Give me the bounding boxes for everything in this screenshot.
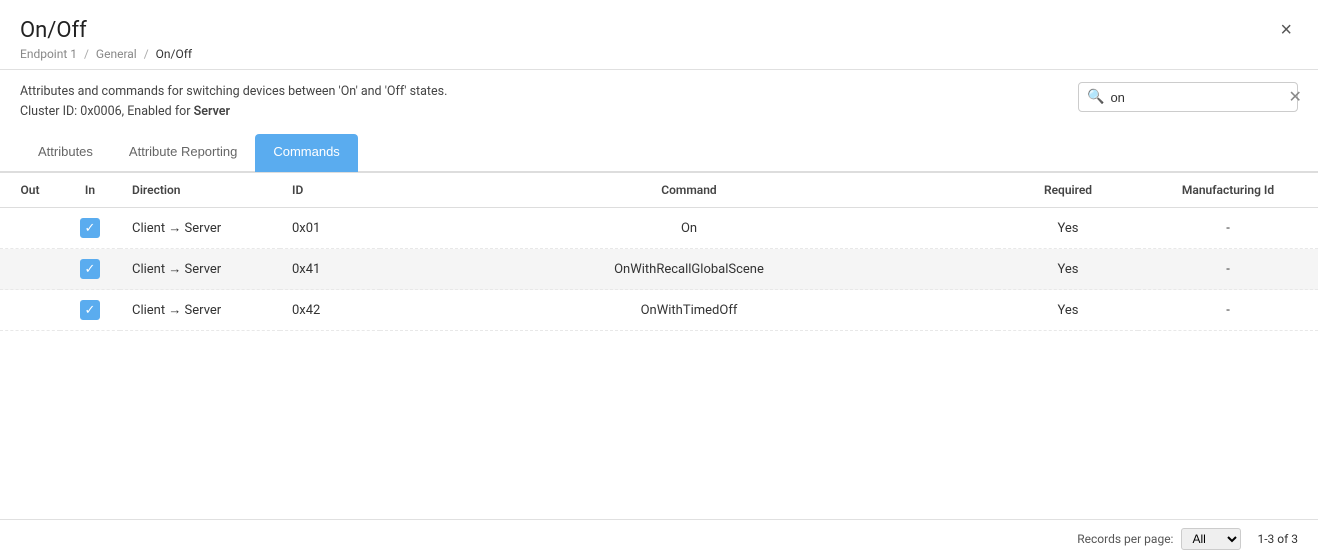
cell-mfg-2: -: [1138, 290, 1318, 331]
tab-attribute-reporting[interactable]: Attribute Reporting: [111, 134, 255, 172]
records-per-page-label: Records per page:: [1077, 532, 1173, 546]
col-header-out: Out: [0, 173, 60, 208]
col-header-id: ID: [280, 173, 380, 208]
breadcrumb-item-2[interactable]: General: [96, 47, 137, 61]
cell-in-2[interactable]: ✓: [60, 290, 120, 331]
cell-out-1: [0, 249, 60, 290]
modal-header: On/Off Endpoint 1 / General / On/Off ×: [0, 0, 1318, 70]
checkbox-in-2[interactable]: ✓: [80, 300, 100, 320]
cell-command-1: OnWithRecallGlobalScene: [380, 249, 998, 290]
table-footer: Records per page: All 1-3 of 3: [0, 519, 1318, 558]
description-line1: Attributes and commands for switching de…: [20, 82, 447, 102]
description-text: Attributes and commands for switching de…: [20, 82, 447, 122]
breadcrumb-item-3: On/Off: [156, 47, 192, 61]
tabs-bar: Attributes Attribute Reporting Commands: [0, 134, 1318, 172]
breadcrumb-item-1[interactable]: Endpoint 1: [20, 47, 77, 61]
search-icon: 🔍: [1087, 89, 1104, 105]
clear-search-button[interactable]: ✕: [1286, 87, 1303, 107]
checkbox-in-0[interactable]: ✓: [80, 218, 100, 238]
cell-in-0[interactable]: ✓: [60, 208, 120, 249]
pagination-range: 1-3 of 3: [1257, 532, 1298, 546]
checkbox-in-1[interactable]: ✓: [80, 259, 100, 279]
breadcrumb: Endpoint 1 / General / On/Off: [20, 47, 192, 61]
col-header-mfg: Manufacturing Id: [1138, 173, 1318, 208]
description-line2-bold: Server: [194, 104, 230, 119]
tab-attributes[interactable]: Attributes: [20, 134, 111, 172]
cell-mfg-1: -: [1138, 249, 1318, 290]
modal: On/Off Endpoint 1 / General / On/Off × A…: [0, 0, 1318, 558]
breadcrumb-sep-1: /: [84, 47, 89, 61]
cell-direction-0: Client → Server: [120, 208, 280, 249]
cell-out-2: [0, 290, 60, 331]
cell-command-0: On: [380, 208, 998, 249]
description-line2-prefix: Cluster ID: 0x0006, Enabled for: [20, 104, 194, 119]
header-left: On/Off Endpoint 1 / General / On/Off: [20, 18, 192, 61]
cell-in-1[interactable]: ✓: [60, 249, 120, 290]
cell-required-1: Yes: [998, 249, 1138, 290]
per-page-select[interactable]: All: [1181, 528, 1241, 550]
table-header-row: Out In Direction ID Command Required Man…: [0, 173, 1318, 208]
search-box: 🔍 ✕: [1078, 82, 1298, 112]
cell-out-0: [0, 208, 60, 249]
description-line2: Cluster ID: 0x0006, Enabled for Server: [20, 102, 447, 122]
cell-id-2: 0x42: [280, 290, 380, 331]
table-container: Out In Direction ID Command Required Man…: [0, 172, 1318, 519]
cell-id-0: 0x01: [280, 208, 380, 249]
description-row: Attributes and commands for switching de…: [0, 70, 1318, 126]
commands-table: Out In Direction ID Command Required Man…: [0, 172, 1318, 331]
cell-direction-1: Client → Server: [120, 249, 280, 290]
table-row: ✓ Client → Server 0x42 OnWithTimedOff Ye…: [0, 290, 1318, 331]
cell-id-1: 0x41: [280, 249, 380, 290]
breadcrumb-sep-2: /: [144, 47, 149, 61]
col-header-in: In: [60, 173, 120, 208]
close-button[interactable]: ×: [1274, 18, 1298, 42]
col-header-direction: Direction: [120, 173, 280, 208]
cell-direction-2: Client → Server: [120, 290, 280, 331]
cell-command-2: OnWithTimedOff: [380, 290, 998, 331]
modal-title: On/Off: [20, 18, 192, 43]
col-header-command: Command: [380, 173, 998, 208]
cell-required-2: Yes: [998, 290, 1138, 331]
col-header-required: Required: [998, 173, 1138, 208]
cell-required-0: Yes: [998, 208, 1138, 249]
table-row: ✓ Client → Server 0x01 On Yes -: [0, 208, 1318, 249]
search-input[interactable]: [1110, 90, 1286, 105]
tab-commands[interactable]: Commands: [255, 134, 357, 172]
table-row: ✓ Client → Server 0x41 OnWithRecallGloba…: [0, 249, 1318, 290]
cell-mfg-0: -: [1138, 208, 1318, 249]
